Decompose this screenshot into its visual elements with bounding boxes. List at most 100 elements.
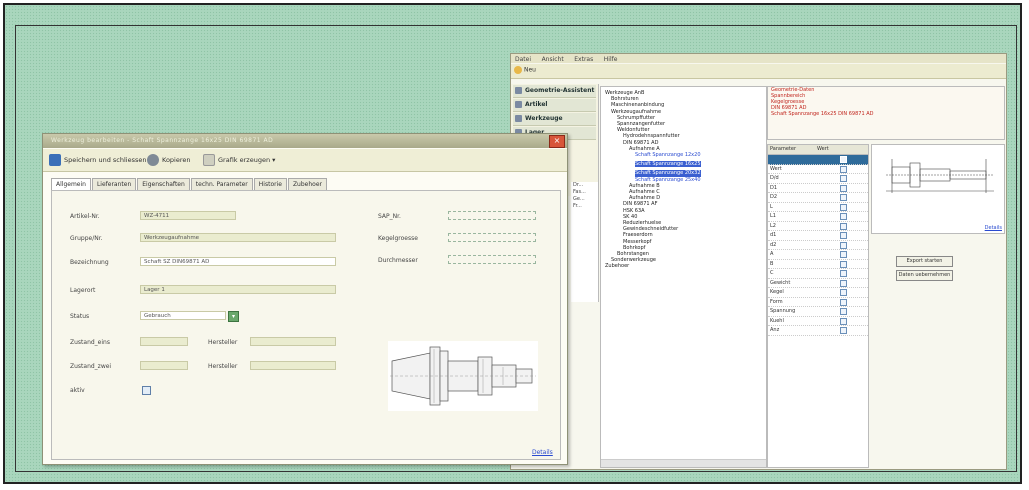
- table-row[interactable]: A: [768, 250, 868, 260]
- graphic-icon: [203, 154, 215, 166]
- table-row[interactable]: Anz: [768, 326, 868, 336]
- parameter-name: Gewicht: [770, 279, 791, 286]
- row-checkbox[interactable]: [840, 165, 847, 173]
- generate-graphic-button[interactable]: Grafik erzeugen ▾: [203, 154, 275, 166]
- side-list-item[interactable]: Fas...: [571, 189, 598, 196]
- side-list-item[interactable]: Fr...: [571, 203, 598, 210]
- aktiv-label: aktiv: [70, 387, 85, 394]
- category-tree[interactable]: Werkzeuge AnB Bohrsturen Maschinenanbindun…: [600, 86, 767, 468]
- menu-item-extras[interactable]: Extras: [574, 56, 593, 63]
- row-checkbox[interactable]: [840, 156, 847, 163]
- nav-item-werkzeuge[interactable]: Werkzeuge: [513, 113, 596, 126]
- table-row[interactable]: Wert: [768, 165, 868, 174]
- row-checkbox[interactable]: [840, 251, 847, 258]
- kegel-field[interactable]: [448, 233, 536, 242]
- gruppe-field[interactable]: Werkzeugaufnahme: [140, 233, 336, 242]
- row-checkbox[interactable]: [840, 213, 847, 220]
- bezeichnung-field[interactable]: Schaft SZ DIN69871 AD: [140, 257, 336, 266]
- tab-techn-parameter[interactable]: techn. Parameter: [190, 178, 253, 190]
- row-checkbox[interactable]: [840, 270, 847, 277]
- nav-item-artikel[interactable]: Artikel: [513, 99, 596, 112]
- tree-node[interactable]: Schaft Spannzange 16x25: [635, 161, 701, 168]
- tab-eigenschaften[interactable]: Eigenschaften: [137, 178, 190, 190]
- row-checkbox[interactable]: [840, 184, 847, 192]
- status-select[interactable]: Gebrauch: [140, 311, 226, 320]
- side-list-item[interactable]: Dr...: [571, 182, 598, 189]
- side-list-item[interactable]: Ge...: [571, 196, 598, 203]
- zustand1-field[interactable]: [140, 337, 188, 346]
- row-checkbox[interactable]: [840, 279, 847, 287]
- zustand2-field[interactable]: [140, 361, 188, 370]
- side-list: Dr... Fas... Ge... Fr...: [571, 182, 599, 302]
- table-row[interactable]: B: [768, 260, 868, 269]
- export-button[interactable]: Export starten: [896, 256, 953, 267]
- row-checkbox[interactable]: [840, 298, 847, 306]
- durchmesser-label: Durchmesser: [378, 257, 418, 264]
- tool-drawing-preview: [388, 341, 538, 411]
- tab-zubehoer[interactable]: Zubehoer: [287, 178, 327, 190]
- menu-item-ansicht[interactable]: Ansicht: [542, 56, 564, 63]
- hersteller2-field[interactable]: [250, 361, 336, 370]
- details-link[interactable]: Details: [985, 225, 1002, 231]
- save-close-button[interactable]: Speichern und schliessen: [49, 154, 147, 166]
- close-button[interactable]: ×: [549, 135, 565, 148]
- row-checkbox[interactable]: [840, 203, 847, 211]
- table-row[interactable]: D/d: [768, 174, 868, 184]
- table-row[interactable]: d2: [768, 241, 868, 250]
- tree-node[interactable]: Schaft Spannzange 12x20: [635, 152, 766, 158]
- dialog-titlebar[interactable]: Werkzeug bearbeiten - Schaft Spannzange …: [43, 134, 567, 148]
- details-link[interactable]: Details: [532, 449, 553, 456]
- row-checkbox[interactable]: [840, 232, 847, 239]
- row-checkbox[interactable]: [840, 289, 847, 296]
- tab-allgemein[interactable]: Allgemein: [51, 178, 91, 190]
- lager-field[interactable]: Lager 1: [140, 285, 336, 294]
- table-row[interactable]: D2: [768, 193, 868, 203]
- menu-item-datei[interactable]: Datei: [515, 56, 531, 63]
- table-row[interactable]: L1: [768, 212, 868, 222]
- hersteller1-label: Hersteller: [208, 339, 238, 346]
- new-button[interactable]: Neu: [514, 66, 536, 74]
- table-row[interactable]: [768, 155, 868, 165]
- hersteller1-field[interactable]: [250, 337, 336, 346]
- zustand2-label: Zustand_zwei: [70, 363, 112, 370]
- tab-lieferanten[interactable]: Lieferanten: [91, 178, 137, 190]
- lager-label: Lagerort: [70, 287, 96, 294]
- table-row[interactable]: C: [768, 269, 868, 279]
- table-row[interactable]: d1: [768, 231, 868, 241]
- table-row[interactable]: L2: [768, 222, 868, 231]
- tree-node[interactable]: Zubehoer: [605, 263, 766, 269]
- menu-item-hilfe[interactable]: Hilfe: [604, 56, 618, 63]
- durchmesser-field[interactable]: [448, 255, 536, 264]
- row-checkbox[interactable]: [840, 241, 847, 249]
- table-row[interactable]: Form: [768, 298, 868, 307]
- apply-data-button[interactable]: Daten uebernehmen: [896, 270, 953, 281]
- tree-node[interactable]: Schaft Spannzange 20x32: [635, 170, 701, 177]
- row-checkbox[interactable]: [840, 308, 847, 315]
- close-icon: ×: [553, 136, 561, 145]
- row-checkbox[interactable]: [840, 222, 847, 230]
- column-header-parameter[interactable]: Parameter: [768, 145, 815, 154]
- parameter-name: Wert: [770, 165, 782, 172]
- table-row[interactable]: Kuehl: [768, 317, 868, 326]
- status-dropdown-button[interactable]: ▾: [228, 311, 239, 322]
- row-checkbox[interactable]: [840, 317, 847, 325]
- aktiv-checkbox[interactable]: [142, 386, 151, 395]
- artikel-field[interactable]: WZ-4711: [140, 211, 236, 220]
- parameter-name: A: [770, 251, 774, 257]
- row-checkbox[interactable]: [840, 175, 847, 182]
- table-row[interactable]: Kegel: [768, 288, 868, 298]
- table-row[interactable]: Gewicht: [768, 279, 868, 288]
- table-row[interactable]: L: [768, 203, 868, 212]
- row-checkbox[interactable]: [840, 260, 847, 268]
- table-row[interactable]: Spannung: [768, 307, 868, 317]
- row-checkbox[interactable]: [840, 194, 847, 201]
- sap-field[interactable]: [448, 211, 536, 220]
- table-row[interactable]: D1: [768, 184, 868, 193]
- copy-button[interactable]: Kopieren: [147, 154, 191, 166]
- row-checkbox[interactable]: [840, 327, 847, 334]
- column-header-wert[interactable]: Wert: [815, 145, 862, 154]
- nav-item-geometrie[interactable]: Geometrie-Assistent: [513, 85, 596, 98]
- tree-horizontal-scrollbar[interactable]: [601, 459, 766, 467]
- tab-historie[interactable]: Historie: [253, 178, 287, 190]
- status-label: Status: [70, 313, 90, 320]
